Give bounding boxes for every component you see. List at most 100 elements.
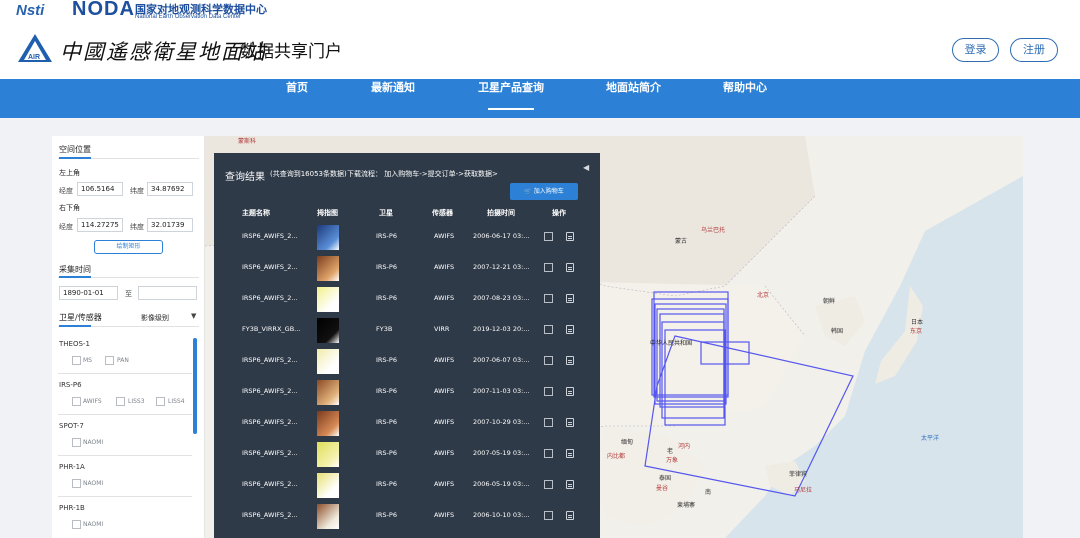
details-icon[interactable] xyxy=(566,449,574,458)
row-thumbnail[interactable] xyxy=(317,349,339,374)
row-checkbox[interactable] xyxy=(544,480,553,489)
tl-longitude-input[interactable]: 106.5164 xyxy=(77,182,123,196)
table-row[interactable]: IRSP6_AWIFS_2... IRS-P6 AWIFS 2007-05-19 03… xyxy=(214,439,600,470)
row-thumbnail[interactable] xyxy=(317,318,339,343)
sensor-checkbox[interactable] xyxy=(72,356,81,365)
sensor-checkbox[interactable] xyxy=(72,397,81,406)
row-checkbox[interactable] xyxy=(544,449,553,458)
nav-help-center[interactable]: 帮助中心 xyxy=(723,79,767,118)
details-icon[interactable] xyxy=(566,325,574,334)
divider xyxy=(58,496,192,497)
table-row[interactable]: IRSP6_AWIFS_2... IRS-P6 AWIFS 2007-10-29 03… xyxy=(214,408,600,439)
row-name[interactable]: IRSP6_AWIFS_2... xyxy=(242,480,298,488)
row-sensor: AWIFS xyxy=(434,480,455,488)
row-checkbox[interactable] xyxy=(544,387,553,396)
sensor-checkbox[interactable] xyxy=(72,479,81,488)
details-icon[interactable] xyxy=(566,480,574,489)
row-name[interactable]: IRSP6_AWIFS_2... xyxy=(242,418,298,426)
tl-latitude-input[interactable]: 34.87692 xyxy=(147,182,193,196)
table-row[interactable]: FY3B_VIRRX_GB... FY3B VIRR 2019-12-03 20:..… xyxy=(214,315,600,346)
details-icon[interactable] xyxy=(566,356,574,365)
row-name[interactable]: IRSP6_AWIFS_2... xyxy=(242,232,298,240)
table-row[interactable]: IRSP6_AWIFS_2... IRS-P6 AWIFS 2007-06-07 03… xyxy=(214,346,600,377)
details-icon[interactable] xyxy=(566,387,574,396)
row-time: 2007-10-29 03:... xyxy=(473,418,530,426)
start-date-input[interactable]: 1890-01-01 xyxy=(59,286,118,300)
map-label-manila: 马尼拉 xyxy=(794,487,813,494)
table-row[interactable]: IRSP6_AWIFS_2... IRS-P6 AWIFS 2006-10-10 03… xyxy=(214,501,600,532)
details-icon[interactable] xyxy=(566,511,574,520)
map-label-vientiane: 万象 xyxy=(666,457,679,464)
row-name[interactable]: IRSP6_AWIFS_2... xyxy=(242,263,298,271)
sensor-label: LISS4 xyxy=(168,398,185,405)
row-checkbox[interactable] xyxy=(544,263,553,272)
table-row[interactable]: IRSP6_AWIFS_2... IRS-P6 AWIFS 2006-06-17 03… xyxy=(214,222,600,253)
row-satellite: IRS-P6 xyxy=(376,356,397,364)
row-thumbnail[interactable] xyxy=(317,287,339,312)
row-thumbnail[interactable] xyxy=(317,473,339,498)
br-longitude-input[interactable]: 114.27275 xyxy=(77,218,123,232)
table-row[interactable]: IRSP6_AWIFS_2... IRS-P6 AWIFS 2007-11-03 03… xyxy=(214,377,600,408)
register-button[interactable]: 注册 xyxy=(1010,38,1058,62)
row-name[interactable]: IRSP6_AWIFS_2... xyxy=(242,511,298,519)
end-date-input[interactable] xyxy=(138,286,197,300)
details-icon[interactable] xyxy=(566,232,574,241)
portal-title: 数据共享门户 xyxy=(240,42,342,62)
br-latitude-input[interactable]: 32.01739 xyxy=(147,218,193,232)
query-results-panel: 查询结果 (共查询到16053条数据) 下载流程： 加入购物车->提交订单->获… xyxy=(214,153,600,538)
map-label-cambodia: 柬埔寨 xyxy=(677,502,696,509)
sensor-checkbox[interactable] xyxy=(72,520,81,529)
chevron-down-icon[interactable]: ▼ xyxy=(191,312,196,320)
details-icon[interactable] xyxy=(566,294,574,303)
row-thumbnail[interactable] xyxy=(317,256,339,281)
nav-satellite-product-query[interactable]: 卫星产品查询 xyxy=(478,79,544,118)
air-logo-icon: AIR xyxy=(18,34,52,62)
login-button[interactable]: 登录 xyxy=(952,38,999,62)
row-sensor: AWIFS xyxy=(434,294,455,302)
sensor-checkbox[interactable] xyxy=(156,397,165,406)
row-thumbnail[interactable] xyxy=(317,411,339,436)
table-row[interactable]: IRSP6_AWIFS_2... IRS-P6 AWIFS 2007-12-21 03… xyxy=(214,253,600,284)
row-name[interactable]: IRSP6_AWIFS_2... xyxy=(242,449,298,457)
sensor-checkbox[interactable] xyxy=(72,438,81,447)
details-icon[interactable] xyxy=(566,418,574,427)
sensor-label: LISS3 xyxy=(128,398,145,405)
station-brand-name: 中國遙感衛星地面站 xyxy=(60,40,267,64)
row-checkbox[interactable] xyxy=(544,294,553,303)
panel-scrollbar[interactable] xyxy=(193,338,197,434)
nav-home[interactable]: 首页 xyxy=(286,79,308,118)
row-checkbox[interactable] xyxy=(544,511,553,520)
row-checkbox[interactable] xyxy=(544,325,553,334)
nav-latest-notice[interactable]: 最新通知 xyxy=(371,79,415,118)
image-level-title[interactable]: 影像级别 xyxy=(141,313,169,323)
draw-rectangle-button[interactable]: 绘制矩形 xyxy=(94,240,163,254)
map-label-china: 中华人民共和国 xyxy=(650,340,693,347)
map-label-japan: 日本 xyxy=(911,319,924,326)
sensor-checkbox[interactable] xyxy=(105,356,114,365)
collapse-icon[interactable]: ◀ xyxy=(583,163,589,172)
nsti-logo: Nsti xyxy=(16,2,45,19)
row-thumbnail[interactable] xyxy=(317,380,339,405)
map-label-pacific: 太平洋 xyxy=(921,435,940,442)
row-checkbox[interactable] xyxy=(544,232,553,241)
row-name[interactable]: IRSP6_AWIFS_2... xyxy=(242,294,298,302)
row-name[interactable]: IRSP6_AWIFS_2... xyxy=(242,356,298,364)
satellite-sensor-title[interactable]: 卫星/传感器 xyxy=(59,312,102,323)
row-checkbox[interactable] xyxy=(544,418,553,427)
row-thumbnail[interactable] xyxy=(317,504,339,529)
row-name[interactable]: FY3B_VIRRX_GB... xyxy=(242,325,300,333)
table-row[interactable]: IRSP6_AWIFS_2... IRS-P6 AWIFS 2006-05-19 03… xyxy=(214,470,600,501)
row-sensor: AWIFS xyxy=(434,232,455,240)
row-name[interactable]: IRSP6_AWIFS_2... xyxy=(242,387,298,395)
satellite-irsp6: IRS-P6 xyxy=(59,381,82,389)
details-icon[interactable] xyxy=(566,263,574,272)
row-thumbnail[interactable] xyxy=(317,442,339,467)
date-separator: 至 xyxy=(125,290,132,298)
row-checkbox[interactable] xyxy=(544,356,553,365)
add-to-cart-button[interactable]: 🛒 加入购物车 xyxy=(510,183,578,200)
table-row[interactable]: IRSP6_AWIFS_2... IRS-P6 AWIFS 2007-08-23 03… xyxy=(214,284,600,315)
nav-ground-station-intro[interactable]: 地面站简介 xyxy=(606,79,661,118)
noda-logo: NODA xyxy=(72,0,135,20)
sensor-checkbox[interactable] xyxy=(116,397,125,406)
row-thumbnail[interactable] xyxy=(317,225,339,250)
